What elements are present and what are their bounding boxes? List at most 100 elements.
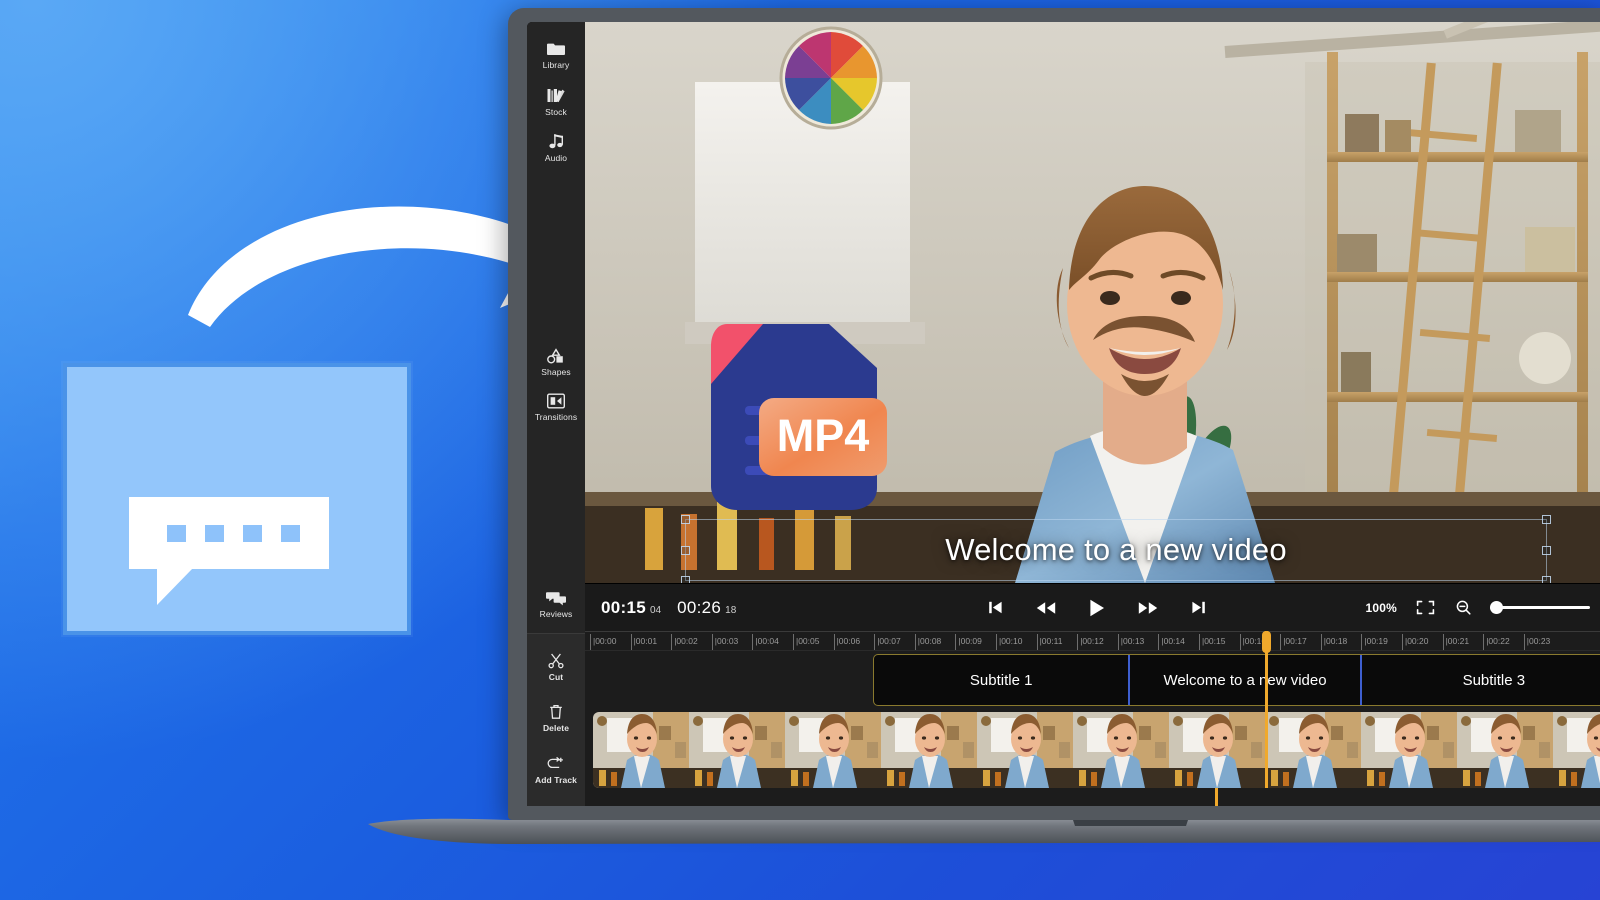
ruler-tick-mark (1280, 634, 1281, 650)
ruler-tick-label: |00:23 (1527, 636, 1550, 646)
speech-bubble-icon (129, 497, 329, 605)
zoom-slider[interactable] (1490, 601, 1590, 615)
ruler-tick-mark (793, 634, 794, 650)
zoom-out-icon (1456, 600, 1471, 615)
video-preview: MP4 Welcome to a new video (585, 22, 1600, 583)
mp4-file-badge: MP4 (707, 318, 889, 514)
filmstrip-thumbnail[interactable] (1361, 712, 1457, 788)
ruler-tick-label: |00:12 (1080, 636, 1103, 646)
sidebar-item-library[interactable]: Library (527, 32, 585, 78)
ruler-tick-mark (1443, 634, 1444, 650)
transport-bar: 00:15 04 00:26 18 (585, 583, 1600, 631)
caption-selection-box[interactable]: Welcome to a new video (685, 519, 1547, 581)
sidebar-item-add-track[interactable]: Add Track (527, 747, 585, 793)
playhead-handle[interactable] (1262, 631, 1271, 653)
rewind-button[interactable] (1034, 599, 1058, 617)
fullscreen-button[interactable] (1414, 598, 1437, 617)
skip-to-start-button[interactable] (986, 598, 1005, 617)
sidebar-item-shapes[interactable]: Shapes (527, 339, 585, 385)
trash-icon (549, 704, 563, 720)
laptop-screen: Library Stock (527, 22, 1600, 806)
bubble-dot (205, 525, 224, 542)
ruler-tick-label: |00:05 (796, 636, 819, 646)
video-track[interactable] (585, 712, 1600, 788)
filmstrip-thumbnail[interactable] (977, 712, 1073, 788)
ruler-tick-label: |00:00 (593, 636, 616, 646)
ruler-tick-label: |00:02 (674, 636, 697, 646)
sidebar-item-label: Transitions (535, 413, 577, 422)
filmstrip-thumbnail[interactable] (593, 712, 689, 788)
total-timecode: 00:26 18 (677, 598, 736, 618)
sidebar-item-label: Stock (545, 108, 567, 117)
filmstrip-thumbnail[interactable] (1457, 712, 1553, 788)
ruler-tick-mark (712, 634, 713, 650)
ruler-tick-mark (671, 634, 672, 650)
ruler-tick-mark (996, 634, 997, 650)
current-time-value: 00:15 (601, 598, 646, 618)
sidebar-item-reviews[interactable]: Reviews (527, 582, 585, 627)
filmstrip-thumbnail[interactable] (1265, 712, 1361, 788)
ruler-tick-label: |00:14 (1161, 636, 1184, 646)
zoom-out-button[interactable] (1454, 598, 1473, 617)
subtitle-clip[interactable]: Subtitle 1 (874, 655, 1130, 705)
ruler-tick-mark (1199, 634, 1200, 650)
skip-end-icon (1191, 600, 1206, 615)
ruler-tick-mark (1077, 634, 1078, 650)
ruler-tick-mark (874, 634, 875, 650)
sidebar-item-label: Delete (543, 724, 569, 733)
filmstrip-thumbnail[interactable] (1169, 712, 1265, 788)
ruler-tick-mark (590, 634, 591, 650)
editor-main: MP4 Welcome to a new video (585, 22, 1600, 806)
ruler-tick-label: |00:01 (634, 636, 657, 646)
ruler-tick-label: |00:08 (918, 636, 941, 646)
playhead[interactable] (1265, 631, 1268, 788)
subtitle-clip[interactable]: Subtitle 3 (1362, 655, 1600, 705)
subtitle-track[interactable]: Subtitle 1 Welcome to a new videoSubtitle… (585, 652, 1600, 708)
filmstrip-thumbnail[interactable] (689, 712, 785, 788)
skip-to-end-button[interactable] (1189, 598, 1208, 617)
shapes-icon (546, 348, 566, 364)
ruler-tick-mark (1118, 634, 1119, 650)
current-timecode[interactable]: 00:15 04 (601, 598, 661, 618)
speech-bubble-tail (157, 568, 193, 605)
filmstrip-thumbnail[interactable] (1553, 712, 1600, 788)
ruler-tick-label: |00:17 (1283, 636, 1306, 646)
video-editor-app: Library Stock (527, 22, 1600, 806)
play-button[interactable] (1087, 597, 1107, 619)
ruler-tick-mark (1524, 634, 1525, 650)
sidebar-item-audio[interactable]: Audio (527, 124, 585, 171)
rewind-icon (1036, 601, 1056, 615)
ruler-tick-label: |00:20 (1405, 636, 1428, 646)
sidebar-item-label: Audio (545, 154, 567, 163)
timeline-panel[interactable]: |00:00|00:01|00:02|00:03|00:04|00:05|00:… (585, 631, 1600, 806)
skip-start-icon (988, 600, 1003, 615)
ruler-tick-label: |00:18 (1324, 636, 1347, 646)
zoom-slider-track (1490, 606, 1590, 609)
video-clip-filmstrip[interactable] (593, 712, 1600, 788)
timeline-ruler[interactable]: |00:00|00:01|00:02|00:03|00:04|00:05|00:… (585, 631, 1600, 651)
sidebar-item-transitions[interactable]: Transitions (527, 384, 585, 430)
sidebar-item-delete[interactable]: Delete (527, 695, 585, 741)
add-track-icon (547, 756, 565, 772)
filmstrip-thumbnail[interactable] (785, 712, 881, 788)
ruler-tick-mark (1483, 634, 1484, 650)
filmstrip-thumbnail[interactable] (1073, 712, 1169, 788)
ruler-tick-mark (1361, 634, 1362, 650)
fast-forward-button[interactable] (1136, 599, 1160, 617)
subtitle-clip-label: Subtitle 1 (970, 672, 1033, 689)
bubble-dot (281, 525, 300, 542)
filmstrip-thumbnail[interactable] (881, 712, 977, 788)
ruler-tick-label: |00:06 (837, 636, 860, 646)
zoom-slider-knob[interactable] (1490, 601, 1503, 614)
fullscreen-brackets-icon (1416, 600, 1435, 615)
sidebar-item-label: Library (543, 61, 570, 70)
sidebar-item-stock[interactable]: Stock (527, 78, 585, 125)
sidebar-item-label: Shapes (541, 368, 570, 377)
ruler-tick-mark (955, 634, 956, 650)
sidebar-item-cut[interactable]: Cut (527, 644, 585, 690)
current-frames-value: 04 (650, 605, 661, 616)
playhead-lower-marker (1215, 788, 1218, 806)
subtitle-clip[interactable]: Welcome to a new video (1130, 655, 1361, 705)
ruler-tick-label: |00:21 (1446, 636, 1469, 646)
subtitle-clip-group[interactable]: Subtitle 1 Welcome to a new videoSubtitle… (873, 654, 1600, 706)
